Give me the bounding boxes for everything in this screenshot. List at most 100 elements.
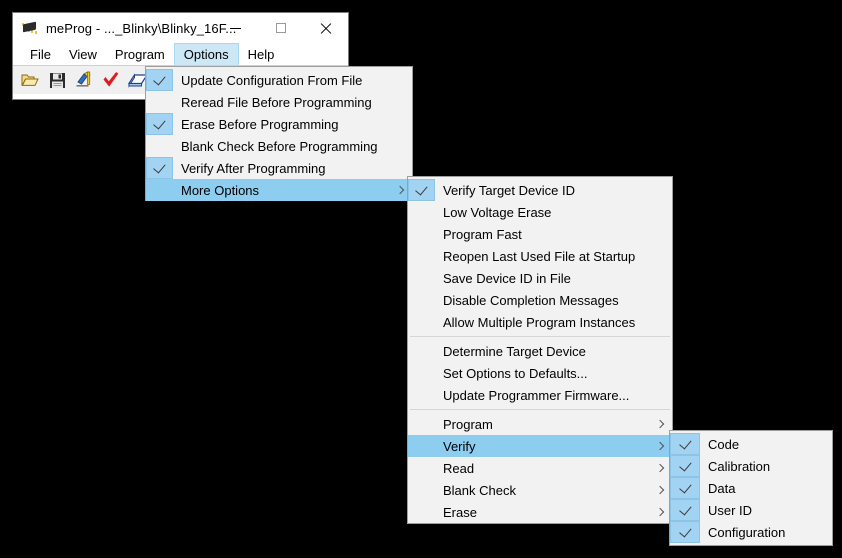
checkmark-cell <box>146 135 173 157</box>
menubar-item-file[interactable]: File <box>21 43 60 65</box>
menu-item-verify-code[interactable]: Code <box>670 433 832 455</box>
menu-item-reread-file-before-programming[interactable]: Reread File Before Programming <box>146 91 412 113</box>
menu-item-erase[interactable]: Erase <box>408 501 672 523</box>
minimize-icon <box>230 27 241 29</box>
save-file-icon <box>49 72 65 88</box>
microchip-icon <box>21 19 39 37</box>
menu-item-label: Low Voltage Erase <box>443 204 552 220</box>
menubar-item-view[interactable]: View <box>60 43 106 65</box>
menu-item-more-options[interactable]: More Options <box>146 179 412 201</box>
save-file-button[interactable] <box>45 68 69 92</box>
check-icon <box>678 458 692 472</box>
check-icon <box>678 480 692 494</box>
menu-item-verify-calibration[interactable]: Calibration <box>670 455 832 477</box>
menubar-label: Help <box>247 46 275 62</box>
open-file-button[interactable] <box>18 68 42 92</box>
menu-item-label: Program <box>443 416 493 432</box>
menu-item-disable-completion-messages[interactable]: Disable Completion Messages <box>408 289 672 311</box>
chevron-right-icon <box>657 442 662 450</box>
menu-separator <box>410 409 670 410</box>
menu-item-set-options-to-defaults[interactable]: Set Options to Defaults... <box>408 362 672 384</box>
close-button[interactable] <box>303 13 348 43</box>
chevron-right-icon <box>657 508 662 516</box>
checkmark-cell <box>408 362 435 384</box>
menu-item-verify-target-device-id[interactable]: Verify Target Device ID <box>408 179 672 201</box>
menu-item-label: Disable Completion Messages <box>443 292 619 308</box>
chevron-right-icon <box>397 186 402 194</box>
open-file-icon <box>21 74 39 86</box>
check-icon <box>678 502 692 516</box>
maximize-icon <box>275 23 286 33</box>
check-icon <box>678 436 692 450</box>
checkmark-cell <box>146 113 173 135</box>
menu-item-update-programmer-firmware[interactable]: Update Programmer Firmware... <box>408 384 672 406</box>
menu-item-label: Blank Check <box>443 482 516 498</box>
checkmark-cell <box>670 521 700 543</box>
close-icon <box>319 22 332 35</box>
program-device-button[interactable] <box>72 68 96 92</box>
menu-item-allow-multiple-program-instances[interactable]: Allow Multiple Program Instances <box>408 311 672 333</box>
checkmark-cell <box>670 477 700 499</box>
minimize-button[interactable] <box>213 13 258 43</box>
screen: meProg - ..._Blinky\Blinky_16F... File V… <box>0 0 842 558</box>
options-menu: Update Configuration From File Reread Fi… <box>145 66 413 201</box>
menu-item-label: Read <box>443 460 475 476</box>
checkmark-cell <box>408 501 435 523</box>
checkmark-cell <box>408 479 435 501</box>
menu-item-verify-user-id[interactable]: User ID <box>670 499 832 521</box>
checkmark-cell <box>408 223 435 245</box>
check-icon <box>153 72 166 86</box>
checkmark-cell <box>670 455 700 477</box>
menu-item-blank-check[interactable]: Blank Check <box>408 479 672 501</box>
checkmark-cell <box>408 457 435 479</box>
checkmark-cell <box>408 435 435 457</box>
menu-item-verify-after-programming[interactable]: Verify After Programming <box>146 157 412 179</box>
menu-item-save-device-id-in-file[interactable]: Save Device ID in File <box>408 267 672 289</box>
menubar-item-program[interactable]: Program <box>106 43 174 65</box>
menubar-label: Program <box>114 46 165 62</box>
menu-item-label: Save Device ID in File <box>443 270 571 286</box>
menu-item-label: Calibration <box>708 458 771 474</box>
menu-item-label: Verify <box>443 438 476 454</box>
menu-item-label: Allow Multiple Program Instances <box>443 314 636 330</box>
chevron-right-icon <box>657 486 662 494</box>
checkmark-cell <box>146 91 173 113</box>
menu-item-program[interactable]: Program <box>408 413 672 435</box>
menu-item-label: Program Fast <box>443 226 522 242</box>
menu-item-read[interactable]: Read <box>408 457 672 479</box>
check-icon <box>153 116 166 130</box>
menubar-label: File <box>30 46 51 62</box>
menu-item-blank-check-before-programming[interactable]: Blank Check Before Programming <box>146 135 412 157</box>
menu-item-update-configuration-from-file[interactable]: Update Configuration From File <box>146 69 412 91</box>
chevron-right-icon <box>657 464 662 472</box>
checkmark-cell <box>408 201 435 223</box>
menu-item-low-voltage-erase[interactable]: Low Voltage Erase <box>408 201 672 223</box>
check-icon <box>678 524 692 538</box>
maximize-button[interactable] <box>258 13 303 43</box>
menu-item-verify-data[interactable]: Data <box>670 477 832 499</box>
checkmark-cell <box>408 340 435 362</box>
menu-item-label: Set Options to Defaults... <box>443 365 588 381</box>
menu-item-program-fast[interactable]: Program Fast <box>408 223 672 245</box>
menu-bar: File View Program Options Help <box>13 43 348 65</box>
menu-item-erase-before-programming[interactable]: Erase Before Programming <box>146 113 412 135</box>
menu-item-verify-configuration[interactable]: Configuration <box>670 521 832 543</box>
menu-item-label: Reopen Last Used File at Startup <box>443 248 636 264</box>
menu-item-label: Update Configuration From File <box>181 72 363 88</box>
checkmark-cell <box>146 157 173 179</box>
menu-item-reopen-last-used-file-at-startup[interactable]: Reopen Last Used File at Startup <box>408 245 672 267</box>
menu-item-label: User ID <box>708 502 753 518</box>
checkmark-cell <box>408 289 435 311</box>
menubar-item-help[interactable]: Help <box>239 43 284 65</box>
menubar-item-options[interactable]: Options <box>173 43 239 65</box>
window-controls <box>213 13 348 43</box>
verify-check-icon <box>103 72 119 87</box>
checkmark-cell <box>146 179 173 201</box>
menu-item-determine-target-device[interactable]: Determine Target Device <box>408 340 672 362</box>
menu-separator <box>410 336 670 337</box>
verify-button[interactable] <box>99 68 123 92</box>
menu-item-verify[interactable]: Verify <box>408 435 672 457</box>
window-title: meProg - ..._Blinky\Blinky_16F... <box>46 20 237 36</box>
menu-item-label: Configuration <box>708 524 786 540</box>
checkmark-cell <box>408 311 435 333</box>
